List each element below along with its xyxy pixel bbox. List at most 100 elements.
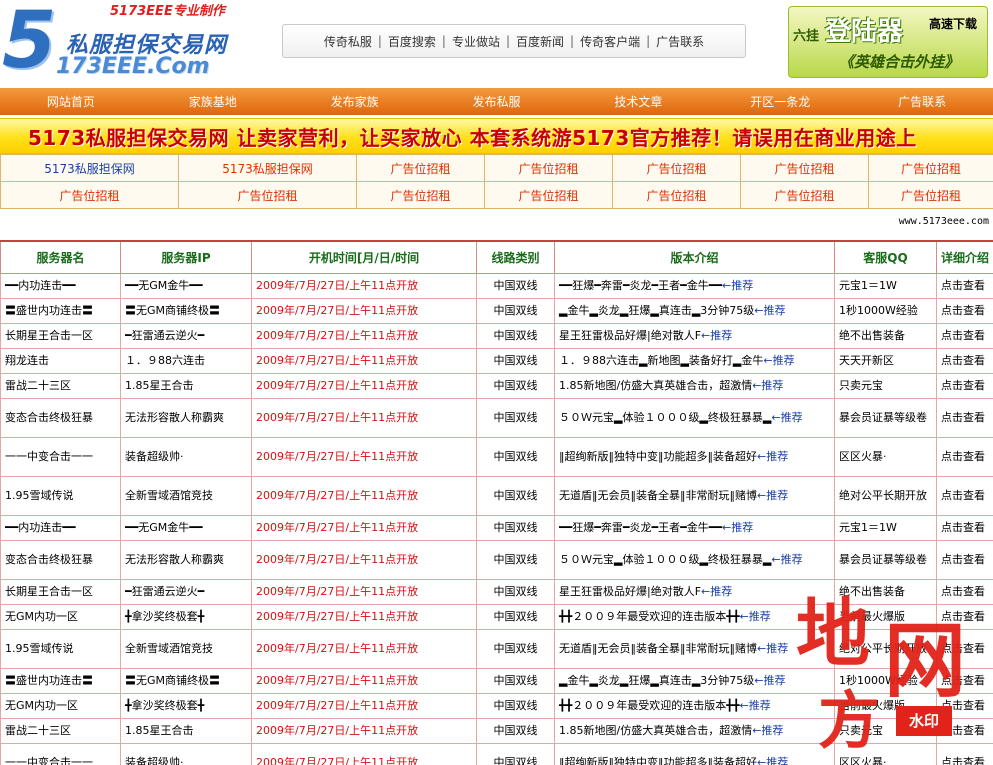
recommend-link[interactable]: ←推荐 <box>754 674 785 687</box>
server-name-cell[interactable]: 长期星王合击一区 <box>0 322 121 349</box>
detail-link-cell[interactable]: 点击查看 <box>936 667 993 694</box>
version-intro-cell[interactable]: ▂金牛▂炎龙▂狂爆▂真连击▂3分钟75级←推荐 <box>554 667 835 694</box>
recommend-link[interactable]: ←推荐 <box>757 450 788 463</box>
version-intro-cell[interactable]: 无道盾‖无会员‖装备全暴‖非常耐玩‖赌博←推荐 <box>554 475 835 516</box>
detail-link-cell[interactable]: 点击查看 <box>936 603 993 630</box>
site-logo[interactable]: 5 5173EEE专业制作 私服担保交易网 173EEE.Com <box>0 0 250 86</box>
ad-cell[interactable]: 广告位招租 <box>356 154 485 182</box>
main-nav-post-server[interactable]: 发布私服 <box>426 93 568 110</box>
server-ip-cell[interactable]: 装备超级帅· <box>120 742 252 765</box>
version-intro-cell[interactable]: ５０Ｗ元宝▂体验１０００级▂终极狂暴暴▂←推荐 <box>554 539 835 580</box>
version-intro-cell[interactable]: 1.85新地图/仿盛大真英雄合击，超激情←推荐 <box>554 717 835 744</box>
main-nav-home[interactable]: 网站首页 <box>0 93 142 110</box>
server-name-cell[interactable]: 〓盛世内功连击〓 <box>0 297 121 324</box>
recommend-link[interactable]: ←推荐 <box>740 699 771 712</box>
server-ip-cell[interactable]: 全新雪域酒馆竞技 <box>120 628 252 669</box>
ad-cell[interactable]: 广告位招租 <box>868 181 993 209</box>
ad-cell[interactable]: 广告位招租 <box>612 154 741 182</box>
server-ip-cell[interactable]: 无法形容散人称霸爽 <box>120 397 252 438</box>
server-ip-cell[interactable]: ╋拿沙奖终极套╋ <box>120 603 252 630</box>
version-intro-cell[interactable]: ╋╋２００９年最受欢迎的连击版本╋╋←推荐 <box>554 603 835 630</box>
server-ip-cell[interactable]: 装备超级帅· <box>120 436 252 477</box>
ad-cell[interactable]: 5173私服担保网 <box>178 154 357 182</box>
version-intro-cell[interactable]: ╋╋２００９年最受欢迎的连击版本╋╋←推荐 <box>554 692 835 719</box>
version-intro-cell[interactable]: 星王狂雷极品好爆|绝对散人F←推荐 <box>554 578 835 605</box>
server-name-cell[interactable]: 一一中变合击一一 <box>0 742 121 765</box>
recommend-link[interactable]: ←推荐 <box>722 279 753 292</box>
version-intro-cell[interactable]: ━━狂爆━奔雷━炎龙━王者━金牛━━←推荐 <box>554 272 835 299</box>
detail-link-cell[interactable]: 点击查看 <box>936 514 993 541</box>
detail-link-cell[interactable]: 点击查看 <box>936 692 993 719</box>
server-ip-cell[interactable]: ━━无GM金牛━━ <box>120 272 252 299</box>
server-name-cell[interactable]: 1.95雪域传说 <box>0 475 121 516</box>
top-nav-item[interactable]: 传奇客户端 <box>580 33 640 50</box>
server-name-cell[interactable]: 1.95雪域传说 <box>0 628 121 669</box>
server-name-cell[interactable]: 〓盛世内功连击〓 <box>0 667 121 694</box>
recommend-link[interactable]: ←推荐 <box>754 304 785 317</box>
recommend-link[interactable]: ←推荐 <box>701 585 732 598</box>
server-ip-cell[interactable]: ━狂雷通云逆火━ <box>120 578 252 605</box>
server-ip-cell[interactable]: 〓无GM商铺终极〓 <box>120 667 252 694</box>
server-name-cell[interactable]: 翔龙连击 <box>0 347 121 374</box>
server-ip-cell[interactable]: ━狂雷通云逆火━ <box>120 322 252 349</box>
server-ip-cell[interactable]: １．９88六连击 <box>120 347 252 374</box>
recommend-link[interactable]: ←推荐 <box>722 521 753 534</box>
ad-cell[interactable]: 广告位招租 <box>356 181 485 209</box>
promo-banner[interactable]: 5173私服担保交易网 让卖家营利，让买家放心 本套系统游5173官方推荐！请误… <box>0 118 993 154</box>
recommend-link[interactable]: ←推荐 <box>752 379 783 392</box>
main-nav-post-family[interactable]: 发布家族 <box>284 93 426 110</box>
recommend-link[interactable]: ←推荐 <box>752 724 783 737</box>
top-nav-item[interactable]: 百度新闻 <box>516 33 564 50</box>
server-ip-cell[interactable]: 全新雪域酒馆竞技 <box>120 475 252 516</box>
ad-cell[interactable]: 5173私服担保网 <box>0 154 179 182</box>
main-nav-ad-contact[interactable]: 广告联系 <box>851 93 993 110</box>
version-intro-cell[interactable]: ５０Ｗ元宝▂体验１０００级▂终极狂暴暴▂←推荐 <box>554 397 835 438</box>
recommend-link[interactable]: ←推荐 <box>757 489 788 502</box>
ad-cell[interactable]: 广告位招租 <box>484 181 613 209</box>
server-ip-cell[interactable]: 〓无GM商铺终极〓 <box>120 297 252 324</box>
recommend-link[interactable]: ←推荐 <box>763 354 794 367</box>
detail-link-cell[interactable]: 点击查看 <box>936 717 993 744</box>
detail-link-cell[interactable]: 点击查看 <box>936 397 993 438</box>
ad-cell[interactable]: 广告位招租 <box>612 181 741 209</box>
server-name-cell[interactable]: 变态合击终极狂暴 <box>0 539 121 580</box>
server-name-cell[interactable]: 变态合击终极狂暴 <box>0 397 121 438</box>
ad-cell[interactable]: 广告位招租 <box>868 154 993 182</box>
detail-link-cell[interactable]: 点击查看 <box>936 347 993 374</box>
server-name-cell[interactable]: 无GM内功一区 <box>0 603 121 630</box>
ad-cell[interactable]: 广告位招租 <box>740 154 869 182</box>
recommend-link[interactable]: ←推荐 <box>740 610 771 623</box>
version-intro-cell[interactable]: １．９88六连击▂新地图▂装备好打▂金牛←推荐 <box>554 347 835 374</box>
server-name-cell[interactable]: ━━内功连击━━ <box>0 514 121 541</box>
version-intro-cell[interactable]: 星王狂雷极品好爆|绝对散人F←推荐 <box>554 322 835 349</box>
recommend-link[interactable]: ←推荐 <box>757 642 788 655</box>
version-intro-cell[interactable]: ‖超绚新版‖独特中变‖功能超多‖装备超好←推荐 <box>554 436 835 477</box>
recommend-link[interactable]: ←推荐 <box>771 411 802 424</box>
server-name-cell[interactable]: 无GM内功一区 <box>0 692 121 719</box>
server-ip-cell[interactable]: 1.85星王合击 <box>120 372 252 399</box>
detail-link-cell[interactable]: 点击查看 <box>936 628 993 669</box>
detail-link-cell[interactable]: 点击查看 <box>936 578 993 605</box>
top-nav-item[interactable]: 传奇私服 <box>324 33 372 50</box>
top-nav-item[interactable]: 百度搜索 <box>388 33 436 50</box>
main-nav-family[interactable]: 家族基地 <box>142 93 284 110</box>
recommend-link[interactable]: ←推荐 <box>701 329 732 342</box>
server-name-cell[interactable]: 一一中变合击一一 <box>0 436 121 477</box>
detail-link-cell[interactable]: 点击查看 <box>936 742 993 765</box>
server-name-cell[interactable]: 长期星王合击一区 <box>0 578 121 605</box>
server-ip-cell[interactable]: 1.85星王合击 <box>120 717 252 744</box>
top-nav-item[interactable]: 广告联系 <box>656 33 704 50</box>
detail-link-cell[interactable]: 点击查看 <box>936 539 993 580</box>
version-intro-cell[interactable]: 1.85新地图/仿盛大真英雄合击，超激情←推荐 <box>554 372 835 399</box>
ad-cell[interactable]: 广告位招租 <box>0 181 179 209</box>
version-intro-cell[interactable]: 无道盾‖无会员‖装备全暴‖非常耐玩‖赌博←推荐 <box>554 628 835 669</box>
ad-cell[interactable]: 广告位招租 <box>740 181 869 209</box>
top-nav-item[interactable]: 专业做站 <box>452 33 500 50</box>
ad-cell[interactable]: 广告位招租 <box>178 181 357 209</box>
detail-link-cell[interactable]: 点击查看 <box>936 436 993 477</box>
server-name-cell[interactable]: 雷战二十三区 <box>0 717 121 744</box>
server-ip-cell[interactable]: ━━无GM金牛━━ <box>120 514 252 541</box>
detail-link-cell[interactable]: 点击查看 <box>936 322 993 349</box>
version-intro-cell[interactable]: ‖超绚新版‖独特中变‖功能超多‖装备超好←推荐 <box>554 742 835 765</box>
main-nav-articles[interactable]: 技术文章 <box>567 93 709 110</box>
